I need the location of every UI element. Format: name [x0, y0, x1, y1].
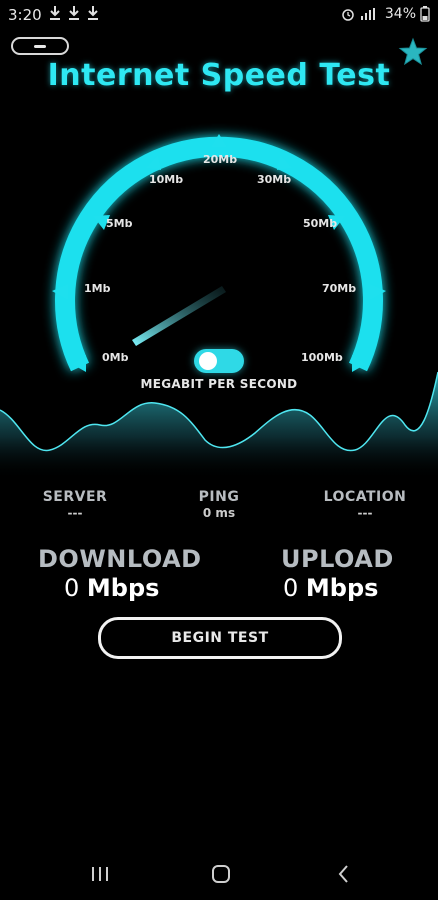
gauge-tick-label: 5Mb — [106, 217, 133, 230]
gauge-tick-label: 100Mb — [301, 351, 343, 364]
gauge-tick-label: 1Mb — [84, 282, 111, 295]
download-unit: Mbps — [86, 574, 160, 602]
location-value: --- — [357, 506, 373, 520]
gauge-tick-label: 50Mb — [303, 217, 338, 230]
home-icon[interactable] — [209, 862, 233, 886]
begin-test-button[interactable]: BEGIN TEST — [98, 617, 342, 659]
download-number: 0 — [64, 574, 80, 602]
battery-icon — [420, 6, 430, 22]
battery-percent: 34% — [384, 6, 416, 22]
ping-value: 0 ms — [202, 506, 236, 520]
gauge-tick-label: 30Mb — [257, 173, 292, 186]
status-bar: 3:20 34% — [0, 0, 438, 30]
alarm-icon — [342, 9, 354, 21]
signal-icon — [360, 8, 375, 20]
location-label: LOCATION — [323, 489, 407, 505]
download-label: DOWNLOAD — [38, 545, 202, 573]
upload-unit: Mbps — [305, 574, 379, 602]
download-icon — [88, 6, 98, 20]
recents-icon[interactable] — [88, 862, 112, 886]
back-icon[interactable] — [332, 862, 356, 886]
download-value: 0 Mbps — [64, 574, 159, 602]
ping-label: PING — [198, 489, 240, 505]
gauge-ticks — [52, 134, 386, 372]
speed-wave — [0, 371, 438, 480]
navigation-bar — [0, 850, 438, 900]
upload-value: 0 Mbps — [283, 574, 378, 602]
gauge-tick-label: 20Mb — [203, 153, 238, 166]
gauge-tick-label: 0Mb — [102, 351, 129, 364]
download-icon — [50, 6, 60, 20]
upload-number: 0 — [283, 574, 299, 602]
upload-label: UPLOAD — [281, 545, 394, 573]
toggle-knob — [199, 352, 217, 370]
app-title: Internet Speed Test — [47, 58, 391, 93]
gauge-tick-label: 70Mb — [322, 282, 357, 295]
status-right: 34% — [341, 6, 430, 22]
gauge-needle — [132, 286, 226, 346]
server-value: --- — [67, 506, 83, 520]
status-time: 3:20 — [8, 6, 42, 24]
gauge-tick-label: 10Mb — [149, 173, 184, 186]
download-icon — [69, 6, 79, 20]
menu-icon — [34, 44, 46, 48]
menu-button[interactable] — [11, 37, 69, 55]
gauge-arc — [55, 136, 383, 372]
server-label: SERVER — [42, 489, 108, 505]
